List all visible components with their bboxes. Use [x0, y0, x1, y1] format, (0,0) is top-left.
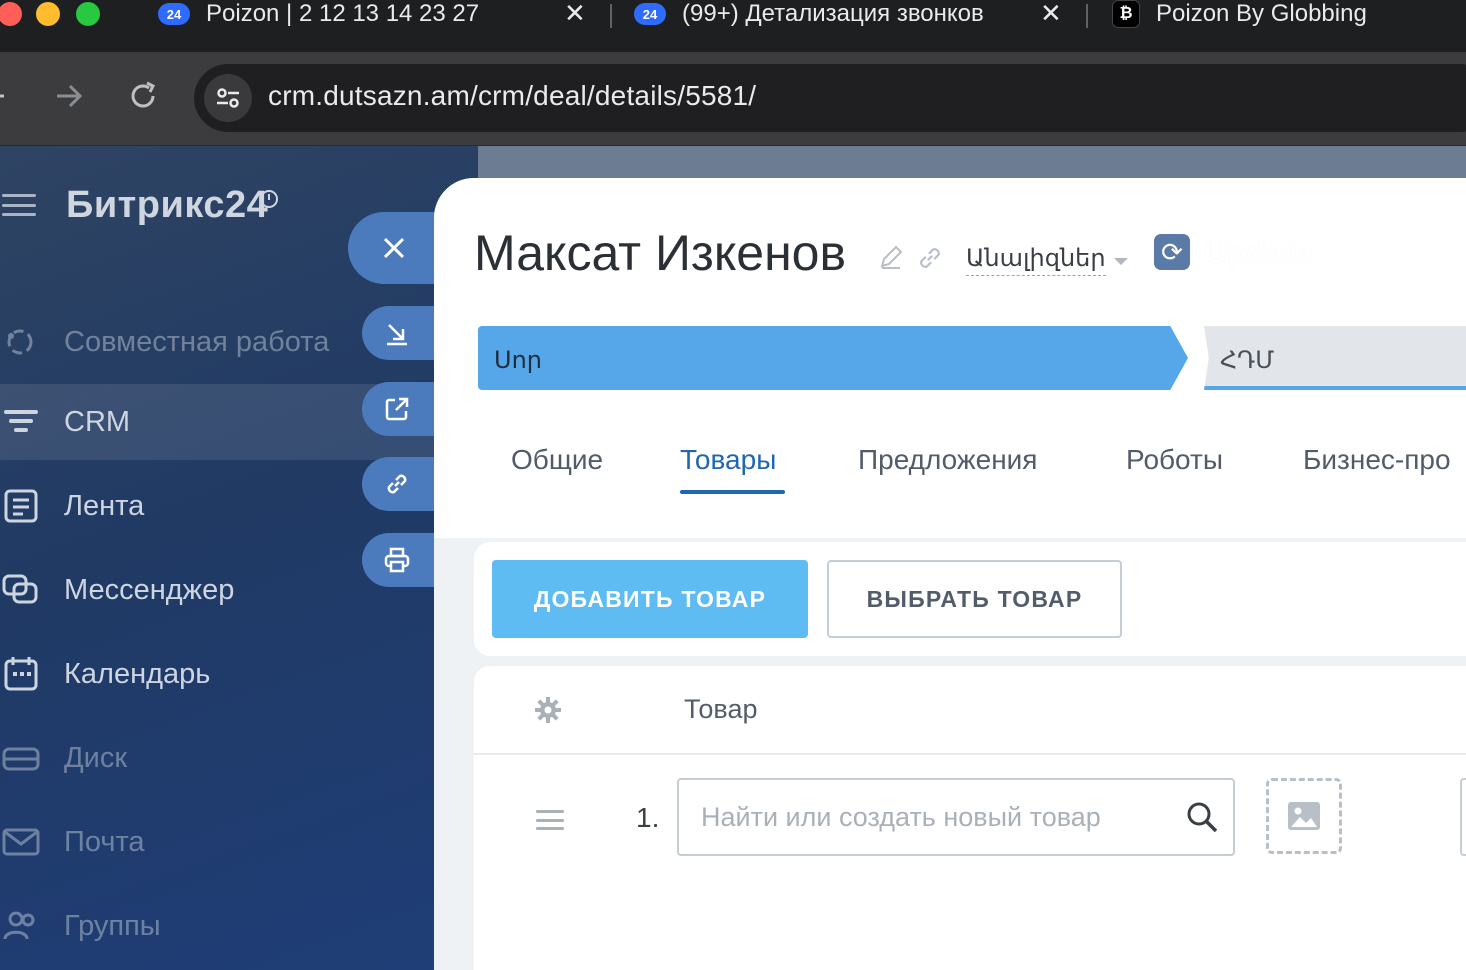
tab-close-icon[interactable]: ✕ [564, 0, 586, 29]
sidebar-item-label: CRM [64, 406, 131, 438]
sidebar-item-label: Совместная работа [64, 326, 330, 358]
tab-separator [1086, 4, 1088, 28]
crm-filter-icon [4, 410, 38, 432]
search-icon[interactable] [1185, 800, 1219, 834]
link-icon[interactable] [916, 244, 944, 272]
deal-details-panel: Максат Изкенов Անալիզներ ⟳ Update Սոր ՀԴ… [434, 178, 1466, 970]
tab-offers[interactable]: Предложения [858, 444, 1037, 476]
close-icon [383, 237, 405, 259]
collab-icon [7, 329, 33, 355]
mail-icon [2, 828, 40, 856]
sidebar-item-label: Календарь [64, 658, 211, 690]
window-zoom-button[interactable] [76, 2, 100, 26]
deal-title: Максат Изкенов [474, 225, 847, 281]
product-price-field[interactable] [1460, 778, 1466, 856]
tab-title: Poizon | 2 12 13 14 23 27 [206, 0, 480, 27]
address-bar[interactable]: crm.dutsazn.am/crm/deal/details/5581/ [194, 64, 1466, 132]
select-product-button[interactable]: ВЫБРАТЬ ТОВАР [827, 560, 1122, 638]
external-link-icon [385, 397, 409, 421]
sidebar-item-label: Мессенджер [64, 574, 235, 606]
product-image-upload[interactable] [1266, 778, 1342, 854]
browser-toolbar: crm.dutsazn.am/crm/deal/details/5581/ [0, 52, 1466, 146]
forward-icon[interactable] [54, 74, 84, 129]
url-text[interactable]: crm.dutsazn.am/crm/deal/details/5581/ [268, 80, 756, 112]
column-header-product: Товар [684, 694, 758, 724]
tab-general[interactable]: Общие [511, 444, 603, 476]
drag-handle-icon[interactable] [536, 810, 564, 830]
tab-title: Poizon By Globbing [1156, 0, 1367, 27]
chevron-down-icon[interactable] [1114, 258, 1128, 265]
deal-tabs: Общие Товары Предложения Роботы Бизнес-п… [434, 440, 1466, 500]
reload-icon[interactable] [128, 74, 158, 129]
slider-close-button[interactable] [348, 212, 448, 284]
link-icon [387, 474, 407, 494]
bitrix24-favicon-icon: 24 [634, 3, 666, 25]
sidebar-item-label: Группы [64, 910, 161, 942]
gear-icon[interactable] [534, 696, 562, 724]
active-tab-indicator [680, 490, 785, 494]
sidebar-item-groups[interactable]: Группы [0, 888, 478, 964]
pencil-icon[interactable] [878, 244, 904, 270]
tab-title: (99+) Детализация звонков [682, 0, 984, 27]
calendar-icon [4, 657, 38, 691]
messenger-icon [2, 574, 38, 604]
collapse-arrow-icon [387, 324, 407, 346]
product-search-field[interactable] [677, 778, 1235, 856]
tab-robots[interactable]: Роботы [1126, 444, 1223, 476]
update-button[interactable]: Update [1204, 234, 1312, 271]
clock-icon [260, 190, 278, 208]
add-product-button[interactable]: ДОБАВИТЬ ТОВАР [492, 560, 808, 638]
stage-current-label: Սոր [494, 347, 542, 374]
sidebar-item-label: Почта [64, 826, 145, 858]
panel-backdrop [478, 146, 1466, 180]
site-settings-icon[interactable] [204, 74, 252, 122]
disk-icon [2, 747, 40, 771]
tab-separator [610, 4, 612, 28]
groups-icon [3, 911, 35, 940]
sidebar-item-label: Лента [64, 490, 145, 522]
tab-business-processes[interactable]: Бизнес-про [1303, 444, 1451, 476]
globbing-favicon-icon: ₿ [1112, 0, 1140, 28]
sidebar-item-calendar[interactable]: Календарь [0, 636, 478, 712]
browser-tab-1[interactable]: 24 Poizon | 2 12 13 14 23 27 ✕ [158, 0, 586, 28]
browser-tab-2[interactable]: 24 (99+) Детализация звонков ✕ [634, 0, 1062, 28]
browser-tab-3[interactable]: ₿ Poizon By Globbing [1112, 0, 1367, 28]
sidebar-item-mail[interactable]: Почта [0, 804, 478, 880]
menu-burger-icon[interactable] [2, 194, 36, 216]
browser-tab-strip: 24 Poizon | 2 12 13 14 23 27 ✕ 24 (99+) … [0, 0, 1466, 52]
tab-products[interactable]: Товары [680, 444, 776, 476]
image-placeholder-icon [1288, 802, 1320, 830]
table-header-divider [474, 753, 1466, 755]
bitrix24-logo[interactable]: Битрикс24 [66, 184, 268, 227]
bitrix24-favicon-icon: 24 [158, 3, 190, 25]
stage-next-label: ՀԴՄ [1220, 347, 1275, 374]
product-search-input[interactable] [701, 798, 1161, 836]
feed-icon [4, 489, 38, 523]
analyses-dropdown[interactable]: Անալիզներ [966, 244, 1106, 276]
sidebar-item-disk[interactable]: Диск [0, 720, 478, 796]
row-number: 1. [636, 802, 660, 833]
printer-icon [384, 547, 410, 573]
tab-close-icon[interactable]: ✕ [1040, 0, 1062, 29]
window-minimize-button[interactable] [36, 2, 60, 26]
stage-current[interactable] [478, 326, 1188, 390]
back-icon[interactable] [0, 74, 16, 129]
window-close-button[interactable] [0, 2, 22, 26]
refresh-icon[interactable]: ⟳ [1154, 234, 1190, 270]
sidebar-item-label: Диск [64, 742, 128, 774]
